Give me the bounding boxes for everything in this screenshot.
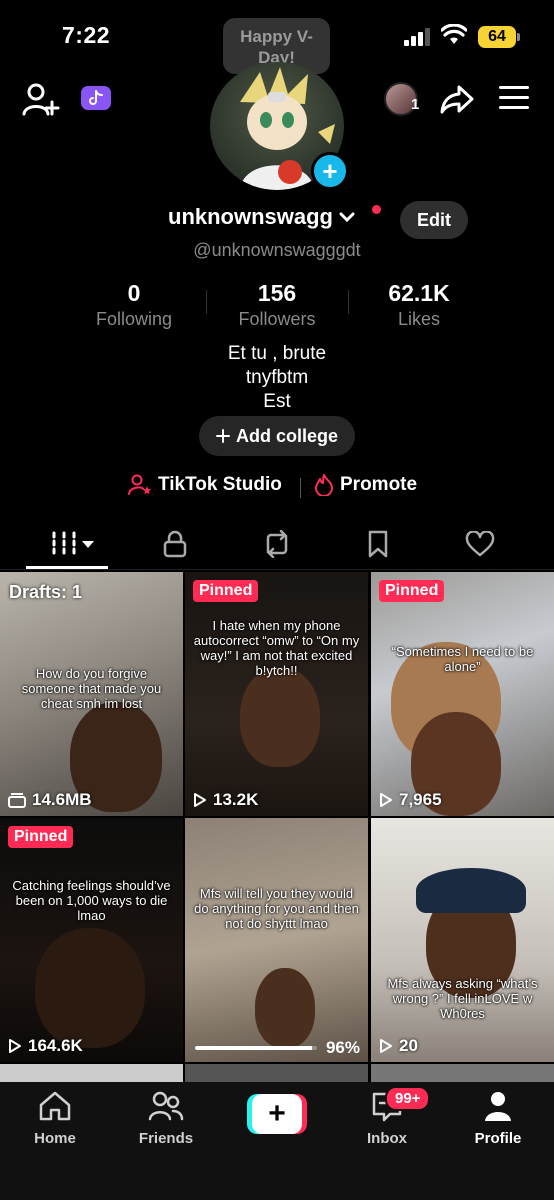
bio-line: Est — [263, 391, 291, 412]
share-icon[interactable] — [440, 84, 474, 114]
followers-stat[interactable]: 156 Followers — [202, 280, 352, 330]
tab-private[interactable] — [145, 526, 205, 562]
video-grid: Drafts: 1 How do you forgive someone tha… — [0, 572, 554, 1082]
video-tile-partial[interactable] — [371, 1064, 554, 1082]
video-caption: Mfs always asking “what’s wrong ?” I fel… — [387, 976, 538, 1021]
video-tile-draft[interactable]: Drafts: 1 How do you forgive someone tha… — [0, 572, 183, 816]
tab-favorites[interactable] — [348, 526, 408, 562]
wifi-icon — [441, 24, 467, 44]
video-tile-partial[interactable] — [0, 1064, 183, 1082]
profile-icon — [485, 1092, 511, 1121]
tab-videos[interactable] — [40, 526, 110, 562]
nav-profile[interactable]: Profile — [453, 1090, 543, 1147]
pinned-badge: Pinned — [8, 826, 74, 848]
video-tile[interactable]: Pinned Catching feelings should’ve been … — [0, 818, 183, 1062]
username-row[interactable]: unknownswagg — [168, 204, 355, 230]
view-count: 164.6K — [8, 1036, 83, 1056]
plus-icon — [215, 429, 230, 443]
promote-link[interactable]: Promote — [314, 474, 417, 496]
video-tile-uploading[interactable]: Mfs will tell you they would do anything… — [185, 818, 368, 1062]
followers-label: Followers — [238, 309, 316, 329]
tiktok-studio-shortcut-icon[interactable] — [81, 86, 111, 110]
tiktok-studio-link[interactable]: TikTok Studio — [128, 474, 282, 496]
view-count: 7,965 — [379, 790, 442, 810]
likes-label: Likes — [397, 309, 441, 329]
add-friend-icon[interactable] — [22, 82, 60, 116]
home-icon — [39, 1091, 71, 1121]
draft-size: 14.6MB — [8, 790, 92, 810]
likes-count: 62.1K — [388, 280, 450, 306]
notification-dot — [372, 205, 381, 214]
following-label: Following — [95, 309, 173, 329]
tab-reposts[interactable] — [247, 526, 307, 562]
upload-progress-bar — [195, 1046, 317, 1050]
active-tab-indicator — [26, 566, 108, 569]
play-icon — [380, 1039, 392, 1053]
create-video-button[interactable]: + — [247, 1094, 307, 1134]
repost-icon — [266, 530, 288, 558]
edit-profile-button[interactable]: Edit — [400, 201, 468, 239]
play-icon — [380, 793, 392, 807]
followers-count: 156 — [257, 280, 297, 306]
plus-icon: + — [252, 1094, 302, 1134]
video-tile[interactable]: Pinned “Sometimes I need to be alone” 7,… — [371, 572, 554, 816]
tab-liked[interactable] — [450, 526, 510, 562]
add-story-plus-icon[interactable]: + — [311, 152, 349, 190]
user-handle: @unknownswagggdt — [193, 240, 361, 260]
play-icon — [9, 1039, 21, 1053]
lock-icon — [163, 530, 187, 558]
grid-bars-icon — [52, 531, 94, 557]
following-count: 0 — [127, 280, 141, 306]
video-tile-partial[interactable] — [185, 1064, 368, 1082]
video-caption: How do you forgive someone that made you… — [21, 666, 162, 711]
view-count: 20 — [379, 1036, 418, 1056]
video-caption: Mfs will tell you they would do anything… — [194, 886, 359, 931]
cellular-signal-icon — [404, 28, 432, 46]
bio-line: tnyfbtm — [245, 367, 309, 388]
bookmark-icon — [368, 530, 388, 558]
nav-friends[interactable]: Friends — [121, 1090, 211, 1147]
video-caption: Catching feelings should’ve been on 1,00… — [12, 878, 171, 923]
username: unknownswagg — [168, 204, 333, 229]
drafts-label: Drafts: 1 — [9, 582, 83, 602]
nav-home[interactable]: Home — [10, 1090, 100, 1147]
profile-avatar[interactable]: + — [210, 62, 349, 190]
upload-percent: 96% — [325, 1038, 360, 1057]
studio-user-star-icon — [128, 474, 151, 495]
profile-bio: Et tu , brute tnyfbtm Est — [0, 342, 554, 414]
pinned-badge: Pinned — [193, 580, 259, 602]
creator-tools-row: TikTok Studio Promote — [0, 474, 554, 502]
account-notification-count: 1 — [411, 96, 420, 113]
inbox-badge: 99+ — [385, 1086, 431, 1111]
add-college-button[interactable]: Add college — [199, 416, 355, 456]
menu-icon[interactable] — [499, 86, 529, 110]
likes-stat[interactable]: 62.1K Likes — [344, 280, 494, 330]
following-stat[interactable]: 0 Following — [59, 280, 209, 330]
chevron-down-icon — [339, 212, 355, 222]
view-count: 13.2K — [193, 790, 258, 810]
video-caption: “Sometimes I need to be alone” — [391, 644, 534, 674]
video-caption: I hate when my phone autocorrect “omw” t… — [193, 618, 360, 678]
profile-tabs — [0, 520, 554, 570]
tiktok-studio-label: TikTok Studio — [158, 474, 282, 495]
bio-line: Et tu , brute — [227, 343, 327, 364]
play-icon — [194, 793, 206, 807]
drafts-stack-icon — [8, 793, 26, 808]
pinned-badge: Pinned — [379, 580, 445, 602]
video-tile[interactable]: Pinned I hate when my phone autocorrect … — [185, 572, 368, 816]
battery-indicator: 64 — [478, 26, 520, 48]
tools-divider — [300, 478, 301, 498]
flame-icon — [315, 474, 333, 496]
heart-icon — [465, 531, 495, 557]
add-college-label: Add college — [235, 425, 338, 446]
video-tile[interactable]: Mfs always asking “what’s wrong ?” I fel… — [371, 818, 554, 1062]
bottom-navigation: Home Friends + Inbox 99+ Profile — [0, 1082, 554, 1200]
promote-label: Promote — [340, 474, 418, 495]
status-time: 7:22 — [62, 22, 111, 48]
friends-icon — [148, 1091, 184, 1121]
